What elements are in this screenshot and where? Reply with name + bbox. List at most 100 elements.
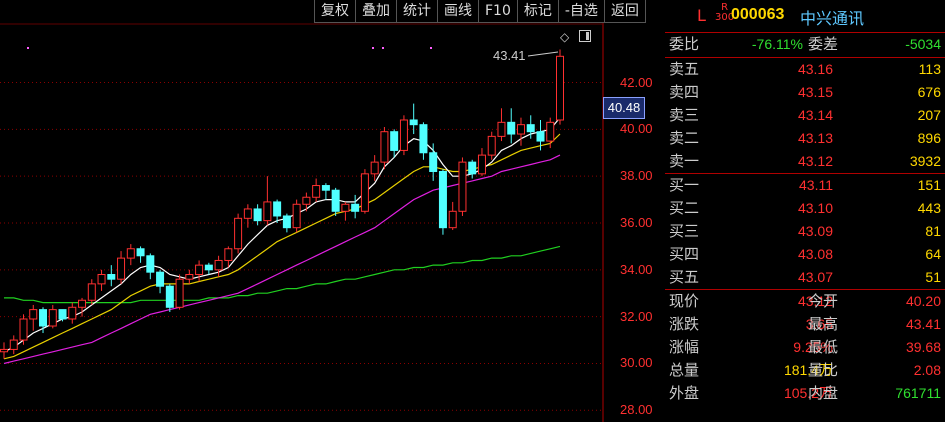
sell-row[interactable]: 卖一 43.12 3932 (665, 150, 945, 173)
stat-label: 涨跌 (669, 315, 700, 333)
candle-up (48, 309, 57, 327)
weicha-label: 委差 (808, 35, 839, 53)
marker-dot (430, 47, 432, 49)
quote-header: L R 300 000063 中兴通讯 (665, 0, 945, 33)
stat-value-2: 39.68 (905, 339, 941, 355)
stat-label: 外盘 (669, 384, 700, 402)
panel-toggle-icon[interactable] (579, 30, 592, 42)
sell-price: 43.15 (797, 84, 833, 100)
candle-up (399, 119, 408, 151)
candle-down (146, 255, 155, 273)
candle-down (39, 309, 48, 327)
y-axis-label: 28.00 (620, 402, 653, 418)
candle-up (477, 154, 486, 175)
candle-up (195, 264, 204, 276)
stat-label: 总量 (669, 361, 700, 379)
candle-up (556, 55, 564, 121)
candle-down (165, 285, 174, 308)
sell-row[interactable]: 卖四 43.15 676 (665, 81, 945, 104)
candle-down (136, 248, 145, 257)
candle-down (331, 189, 340, 212)
sell-volume: 207 (917, 107, 941, 123)
sell-volume: 3932 (909, 153, 941, 169)
ma-green-line (4, 245, 561, 304)
candle-up (546, 121, 555, 142)
candle-up (516, 124, 525, 135)
candle-down (282, 215, 291, 229)
y-axis-label: 30.00 (620, 355, 653, 371)
y-axis-label: 38.00 (620, 168, 653, 184)
stock-name[interactable]: 中兴通讯 (800, 5, 864, 29)
mark-button[interactable]: 标记 (516, 0, 559, 23)
buy-label: 买一 (669, 176, 700, 194)
candle-up (312, 185, 321, 198)
candle-down (429, 152, 438, 172)
buy-volume: 64 (925, 246, 941, 262)
buy-label: 买四 (669, 245, 700, 263)
stat-row: 外盘 105.2万 内盘 761711 (665, 382, 945, 405)
statistics-button[interactable]: 统计 (396, 0, 438, 23)
candle-down (536, 131, 545, 142)
buy-label: 买五 (669, 268, 700, 286)
candle-up (341, 203, 350, 212)
candle-up (126, 248, 135, 259)
candle-down (107, 274, 116, 280)
candle-down (468, 161, 477, 175)
sell-row[interactable]: 卖五 43.16 113 (665, 58, 945, 81)
candle-down (438, 170, 447, 229)
buy-price: 43.07 (797, 269, 833, 285)
sell-orders: 卖五 43.16 113 卖四 43.15 676 卖三 43.14 207 卖… (665, 58, 945, 174)
overlay-button[interactable]: 叠加 (355, 0, 397, 23)
peak-arrow (527, 51, 559, 57)
stat-value-2: 40.20 (905, 293, 941, 309)
l2-icon: L (697, 6, 706, 25)
buy-price: 43.11 (799, 177, 833, 193)
candle-down (204, 264, 213, 271)
stat-value-2: 2.08 (913, 362, 941, 378)
buy-row[interactable]: 买二 43.10 443 (665, 197, 945, 220)
stat-row: 涨幅 9.25% 最低 39.68 (665, 336, 945, 359)
candle-up (78, 299, 87, 308)
buy-volume: 443 (917, 200, 941, 216)
candle-down (156, 271, 165, 287)
buy-label: 买三 (669, 222, 700, 240)
chart-controls: ◇ (560, 30, 592, 44)
candle-up (497, 121, 506, 137)
stats-section: 现价 43.12 今开 40.20 涨跌 3.65 最高 43.41 涨幅 9.… (665, 290, 945, 405)
draw-line-button[interactable]: 画线 (437, 0, 479, 23)
buy-row[interactable]: 买一 43.11 151 (665, 174, 945, 197)
buy-volume: 51 (925, 269, 941, 285)
back-button[interactable]: 返回 (603, 0, 646, 23)
y-axis-label: 34.00 (620, 261, 653, 277)
fuquan-button[interactable]: 复权 (314, 0, 356, 23)
candle-down (390, 131, 399, 151)
stat-label-2: 最低 (808, 338, 839, 356)
candle-up (292, 203, 301, 229)
marker-dot (382, 47, 384, 49)
sell-label: 卖四 (669, 83, 700, 101)
sell-row[interactable]: 卖三 43.14 207 (665, 104, 945, 127)
candle-down (253, 208, 262, 222)
sell-label: 卖五 (669, 60, 700, 78)
candle-up (175, 278, 184, 308)
buy-row[interactable]: 买三 43.09 81 (665, 220, 945, 243)
buy-row[interactable]: 买四 43.08 64 (665, 243, 945, 266)
candle-up (19, 318, 28, 341)
sell-volume: 896 (917, 130, 941, 146)
candle-up (234, 217, 243, 250)
candle-up (117, 257, 126, 280)
candlestick-chart[interactable] (0, 0, 665, 422)
f10-button[interactable]: F10 (478, 0, 518, 23)
buy-volume: 81 (925, 223, 941, 239)
buy-row[interactable]: 买五 43.07 51 (665, 266, 945, 289)
diamond-icon[interactable]: ◇ (560, 30, 569, 44)
candle-up (0, 348, 8, 353)
sell-price: 43.12 (797, 153, 833, 169)
y-axis-label: 40.00 (620, 121, 653, 137)
y-axis-label: 36.00 (620, 215, 653, 230)
ma-magenta-line (3, 154, 561, 365)
stock-code: 000063 (731, 6, 785, 23)
remove-watchlist-button[interactable]: -自选 (557, 0, 605, 23)
stat-label: 涨幅 (669, 338, 700, 356)
sell-row[interactable]: 卖二 43.13 896 (665, 127, 945, 150)
